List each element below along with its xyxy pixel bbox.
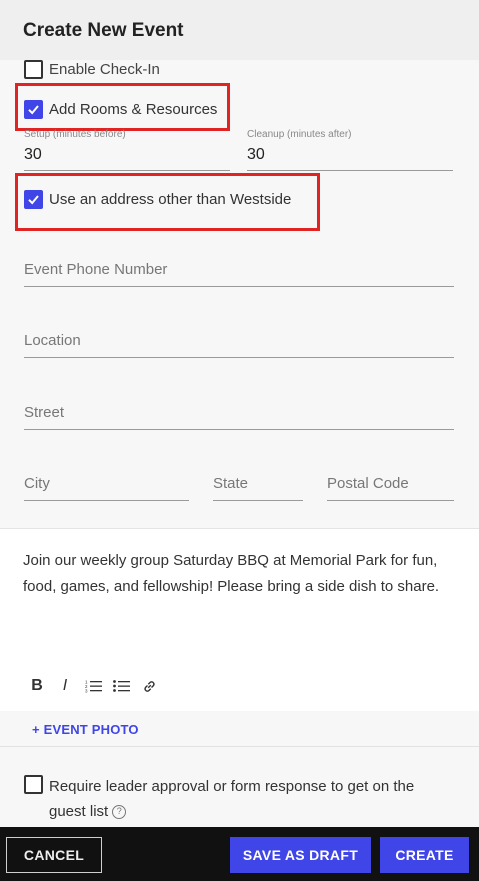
help-icon[interactable]: ? bbox=[112, 804, 127, 819]
cleanup-minutes-label: Cleanup (minutes after) bbox=[247, 129, 352, 140]
add-rooms-label: Add Rooms & Resources bbox=[49, 101, 218, 118]
other-address-option[interactable]: Use an address other than Westside bbox=[24, 190, 291, 209]
setup-minutes-field[interactable]: Setup (minutes before) 30 bbox=[24, 129, 230, 171]
event-phone-field[interactable]: Event Phone Number bbox=[24, 250, 454, 287]
add-event-photo-link[interactable]: + EVENT PHOTO bbox=[32, 722, 139, 737]
enable-checkin-label: Enable Check-In bbox=[49, 61, 160, 78]
add-rooms-option[interactable]: Add Rooms & Resources bbox=[24, 100, 217, 119]
leader-approval-label: Require leader approval or form response… bbox=[49, 774, 449, 824]
street-placeholder: Street bbox=[24, 404, 65, 421]
save-as-draft-button[interactable]: SAVE AS DRAFT bbox=[230, 837, 371, 873]
leader-approval-checkbox[interactable] bbox=[24, 775, 43, 794]
event-photo-strip: + EVENT PHOTO bbox=[0, 711, 479, 747]
other-address-checkbox[interactable] bbox=[24, 190, 43, 209]
checkmark-icon bbox=[28, 105, 39, 115]
leader-approval-option[interactable]: Require leader approval or form response… bbox=[24, 773, 449, 824]
other-address-label: Use an address other than Westside bbox=[49, 191, 292, 208]
dialog-footer: CANCEL SAVE AS DRAFT CREATE bbox=[0, 827, 479, 881]
checkmark-icon bbox=[28, 195, 39, 205]
add-rooms-checkbox[interactable] bbox=[24, 100, 43, 119]
italic-icon[interactable]: I bbox=[56, 677, 74, 695]
ordered-list-icon[interactable]: 123 bbox=[84, 677, 102, 695]
location-placeholder: Location bbox=[24, 332, 81, 349]
postal-code-placeholder: Postal Code bbox=[327, 475, 409, 492]
dialog-title: Create New Event bbox=[23, 20, 184, 41]
cleanup-minutes-field[interactable]: Cleanup (minutes after) 30 bbox=[247, 129, 453, 171]
postal-code-field[interactable]: Postal Code bbox=[327, 464, 454, 501]
link-icon[interactable] bbox=[140, 677, 158, 695]
cleanup-minutes-value: 30 bbox=[247, 146, 265, 163]
format-toolbar: B I 123 bbox=[28, 677, 158, 695]
location-field[interactable]: Location bbox=[24, 320, 454, 358]
setup-minutes-value: 30 bbox=[24, 146, 42, 163]
city-placeholder: City bbox=[24, 475, 50, 492]
state-field[interactable]: State bbox=[213, 464, 303, 501]
enable-checkin-option[interactable]: Enable Check-In bbox=[24, 60, 160, 79]
setup-minutes-label: Setup (minutes before) bbox=[24, 129, 126, 140]
dialog-header: Create New Event bbox=[0, 0, 479, 60]
event-phone-placeholder: Event Phone Number bbox=[24, 261, 168, 278]
create-button[interactable]: CREATE bbox=[380, 837, 469, 873]
description-editor[interactable]: Join our weekly group Saturday BBQ at Me… bbox=[0, 528, 479, 711]
bullet-list-icon[interactable] bbox=[112, 677, 130, 695]
state-placeholder: State bbox=[213, 475, 249, 492]
description-text[interactable]: Join our weekly group Saturday BBQ at Me… bbox=[23, 548, 463, 600]
enable-checkin-checkbox[interactable] bbox=[24, 60, 43, 79]
street-field[interactable]: Street bbox=[24, 392, 454, 430]
bold-icon[interactable]: B bbox=[28, 677, 46, 695]
cancel-button[interactable]: CANCEL bbox=[6, 837, 102, 873]
leader-approval-text: Require leader approval or form response… bbox=[49, 778, 415, 820]
svg-text:3: 3 bbox=[85, 689, 88, 694]
city-field[interactable]: City bbox=[24, 464, 189, 501]
